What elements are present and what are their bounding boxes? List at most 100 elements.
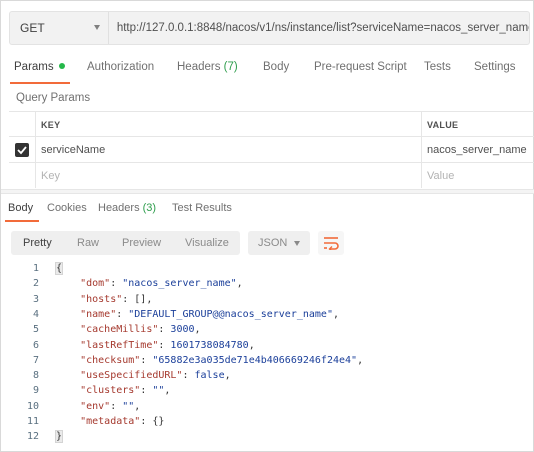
tab-pre-request-script[interactable]: Pre-request Script [314, 61, 407, 73]
code-line: 12} [1, 430, 534, 446]
code-text: { [54, 262, 64, 275]
tab-body[interactable]: Body [263, 61, 289, 73]
active-tab-indicator [5, 220, 39, 222]
tab-label: Pre-request Script [314, 61, 407, 73]
json-punctuation: , [194, 324, 201, 336]
tab-authorization[interactable]: Authorization [87, 61, 154, 73]
json-string: "nacos_server_name" [122, 278, 237, 290]
view-preview-button[interactable]: Preview [122, 237, 161, 249]
line-number: 6 [32, 339, 39, 351]
url-input[interactable]: http://127.0.0.1:8848/nacos/v1/ns/instan… [109, 22, 529, 34]
view-raw-button[interactable]: Raw [77, 237, 99, 249]
check-icon [17, 146, 27, 155]
code-text: "useSpecifiedURL": false, [56, 370, 231, 381]
tab-headers[interactable]: Headers (7) [177, 61, 238, 73]
chevron-down-icon [94, 25, 100, 30]
tab-settings[interactable]: Settings [474, 61, 516, 73]
json-punctuation: , [236, 278, 243, 290]
wrap-lines-icon [324, 237, 339, 250]
tab-label: Tests [424, 61, 451, 73]
json-number: 1601738084780 [170, 339, 249, 351]
line-number: 1 [32, 263, 39, 274]
table-row-empty: Key Value [9, 162, 534, 188]
headers-count: (7) [223, 61, 238, 73]
json-punctuation [56, 278, 80, 289]
code-line: 2 "dom": "nacos_server_name", [1, 278, 534, 293]
language-label: JSON [258, 237, 288, 249]
json-punctuation [56, 370, 80, 381]
code-line: 5 "cacheMillis": 3000, [1, 324, 534, 339]
column-divider [35, 137, 36, 162]
code-line: 10 "env": "", [1, 401, 534, 416]
line-number: 2 [32, 278, 39, 290]
code-line: 11 "metadata": {} [1, 416, 534, 431]
json-punctuation: , [248, 339, 255, 351]
json-key: "dom" [80, 278, 111, 290]
line-number: 3 [32, 293, 39, 305]
code-text: "hosts": [], [56, 294, 152, 305]
code-text: "name": "DEFAULT_GROUP@@nacos_server_nam… [56, 309, 339, 320]
tab-label: Body [263, 61, 290, 73]
json-punctuation: , [224, 370, 231, 382]
code-text: "clusters": "", [56, 385, 170, 396]
tab-params[interactable]: Params [14, 61, 65, 73]
line-number: 8 [32, 370, 39, 382]
code-line: 9 "clusters": "", [1, 385, 534, 400]
json-punctuation: : [140, 385, 153, 397]
code-line: 4 "name": "DEFAULT_GROUP@@nacos_server_n… [1, 309, 534, 324]
json-key: "hosts" [80, 293, 123, 305]
json-punctuation [56, 309, 80, 320]
new-value-input[interactable]: Value [427, 170, 454, 182]
code-text: "env": "", [56, 401, 140, 412]
tab-label: Settings [474, 61, 516, 73]
json-key: "env" [80, 400, 111, 412]
response-tab-test-results[interactable]: Test Results [172, 202, 232, 214]
json-key: "cacheMillis" [80, 324, 159, 336]
json-punctuation [56, 294, 80, 305]
view-pretty-button[interactable]: Pretty [23, 237, 52, 249]
json-punctuation: : [], [122, 293, 153, 305]
column-divider [421, 163, 422, 188]
line-number: 4 [32, 308, 39, 320]
json-string: "65882e3a035de71e4b406669246f24e4" [152, 354, 358, 366]
tab-label: Params [14, 61, 54, 73]
code-text: "lastRefTime": 1601738084780, [56, 340, 255, 351]
chevron-down-icon [294, 241, 300, 246]
column-divider [35, 163, 36, 188]
param-key-cell[interactable]: serviceName [41, 144, 105, 156]
tab-tests[interactable]: Tests [424, 61, 451, 73]
response-tab-body[interactable]: Body [8, 202, 33, 214]
new-key-input[interactable]: Key [41, 170, 60, 182]
code-line: 6 "lastRefTime": 1601738084780, [1, 340, 534, 355]
request-tabs: Params Authorization Headers (7) Body Pr… [1, 53, 534, 85]
line-number: 11 [26, 416, 39, 427]
code-line: 8 "useSpecifiedURL": false, [1, 370, 534, 385]
json-punctuation [56, 416, 80, 427]
line-number: 12 [26, 431, 39, 443]
line-number: 5 [32, 324, 39, 336]
json-punctuation: : [110, 278, 123, 290]
json-punctuation: : [110, 400, 123, 412]
json-string: "" [122, 400, 135, 412]
request-bar: GET http://127.0.0.1:8848/nacos/v1/ns/in… [9, 11, 530, 45]
json-punctuation [56, 324, 80, 335]
line-number: 9 [32, 385, 39, 397]
line-number: 10 [26, 400, 39, 412]
language-select[interactable]: JSON [248, 231, 310, 255]
wrap-lines-button[interactable] [318, 231, 344, 255]
column-divider [35, 112, 36, 136]
response-tab-headers[interactable]: Headers (3) [98, 202, 156, 214]
param-value-cell[interactable]: nacos_server_name [427, 144, 527, 156]
response-tab-cookies[interactable]: Cookies [47, 202, 87, 214]
row-checkbox[interactable] [15, 143, 29, 157]
json-punctuation: : [158, 324, 171, 336]
table-row: serviceName nacos_server_name [9, 136, 534, 162]
code-line: 3 "hosts": [], [1, 294, 534, 309]
view-visualize-button[interactable]: Visualize [185, 237, 229, 249]
json-punctuation: , [357, 354, 364, 366]
method-select[interactable]: GET [10, 12, 109, 44]
headers-count: (3) [142, 202, 157, 214]
column-divider [421, 137, 422, 162]
postman-window: GET http://127.0.0.1:8848/nacos/v1/ns/in… [0, 0, 534, 452]
value-column-header: VALUE [427, 120, 459, 130]
